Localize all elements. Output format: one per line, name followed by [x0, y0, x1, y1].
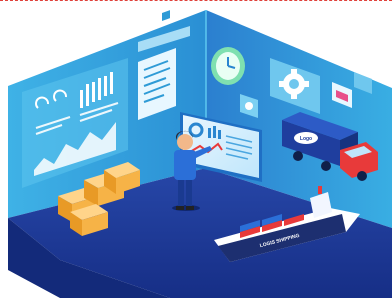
logistics-room-illustration: Logo LOGIS SHIPPING — [8, 10, 392, 298]
truck-logo-text: Logo — [300, 136, 312, 142]
truck-logo-badge: Logo — [294, 132, 318, 144]
clock-icon — [211, 47, 245, 85]
illustration-canvas: Logo LOGIS SHIPPING — [0, 0, 392, 298]
